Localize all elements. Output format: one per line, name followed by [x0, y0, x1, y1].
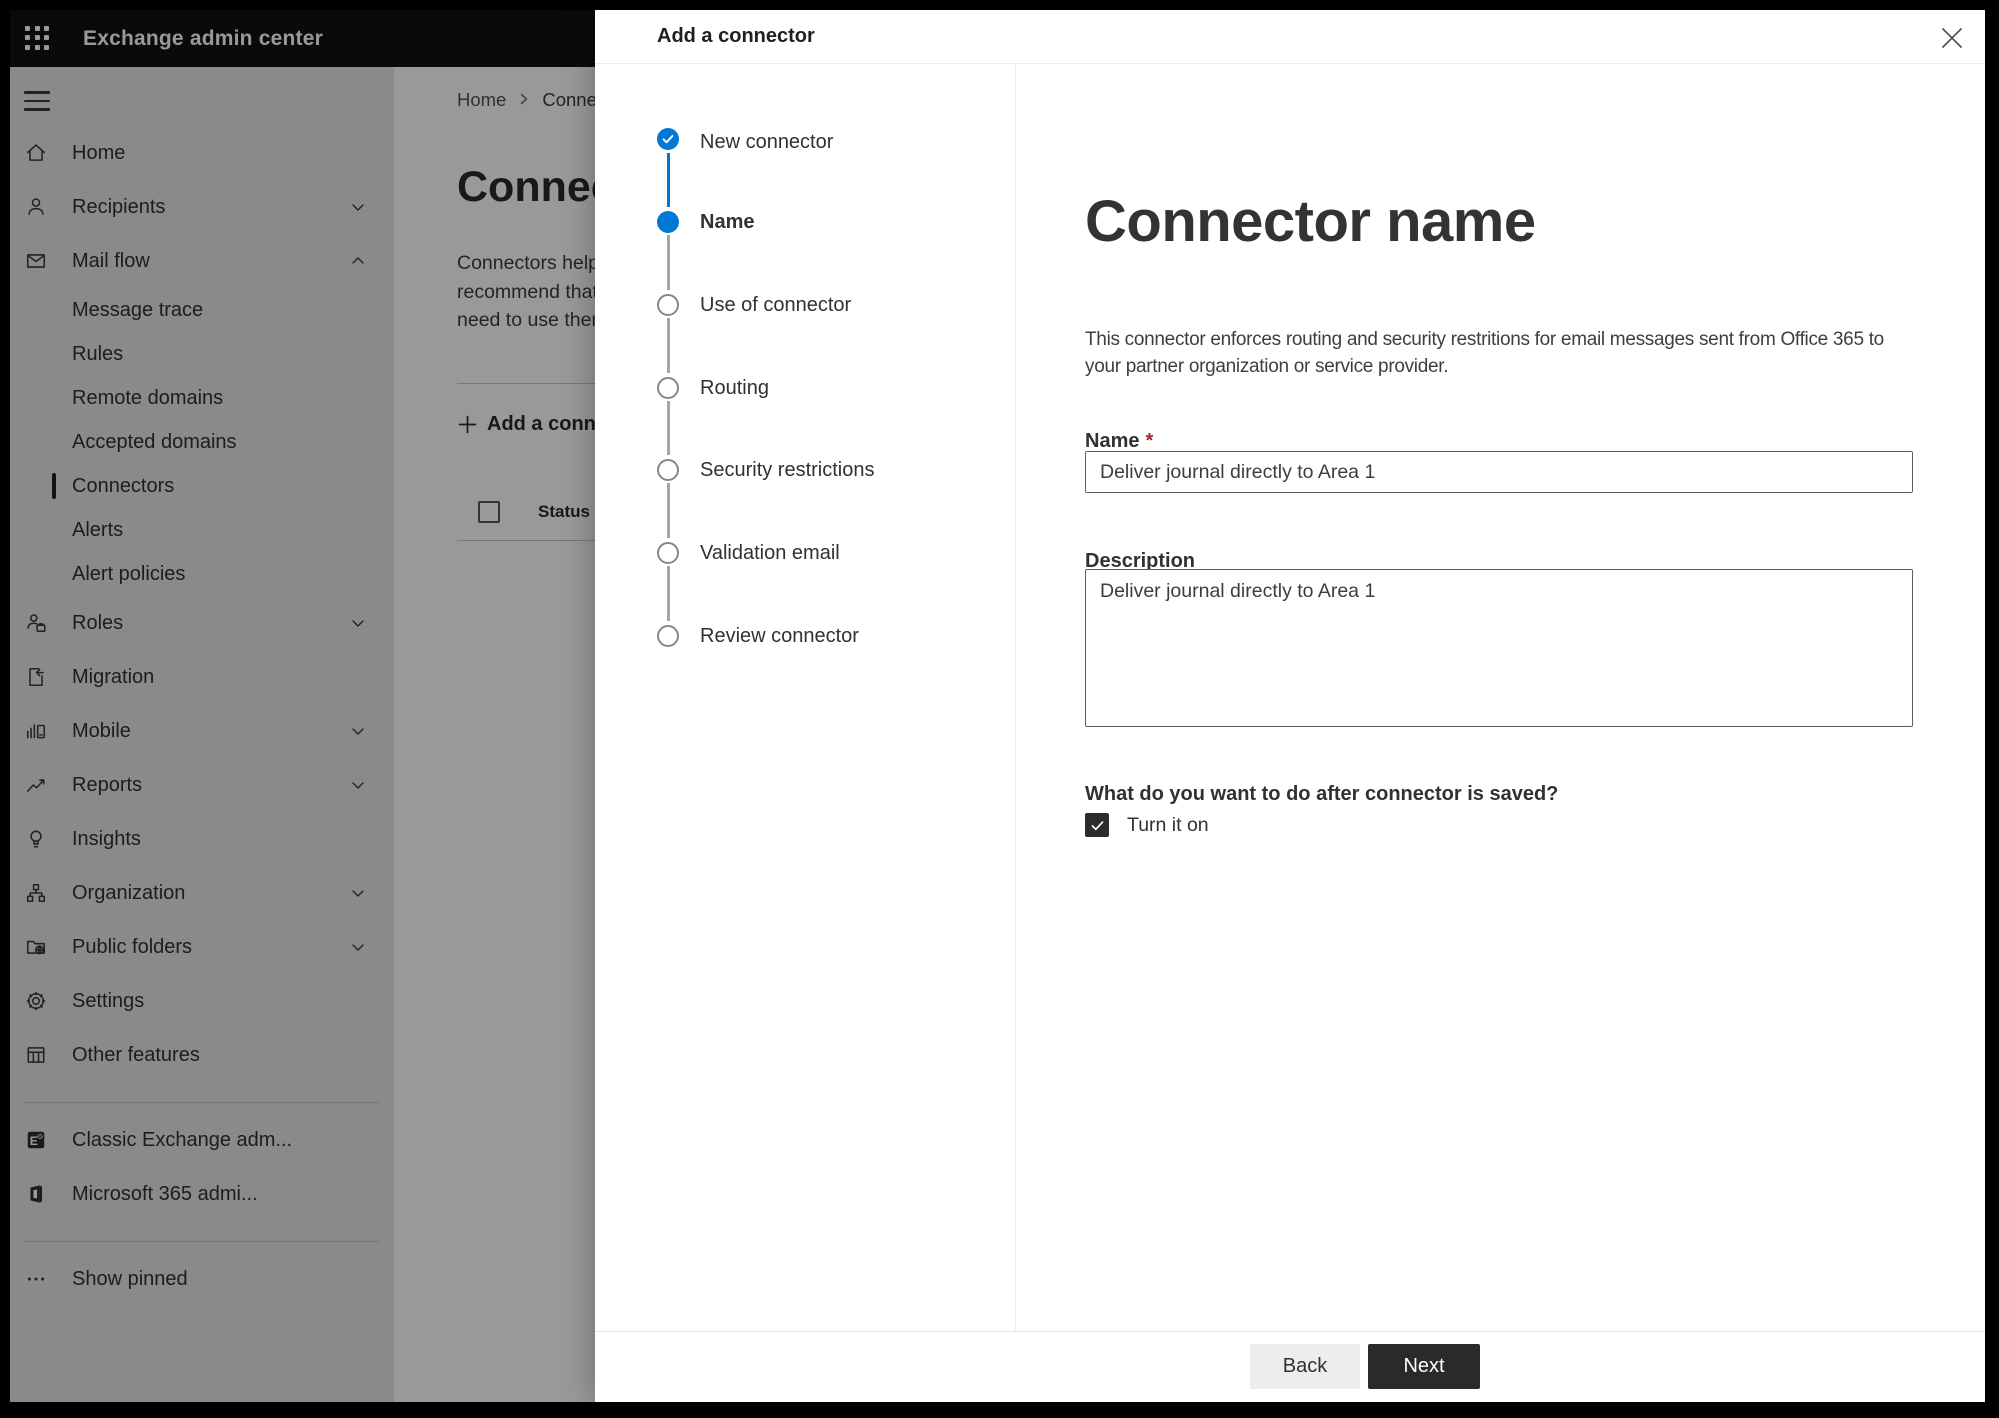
step-label: Use of connector — [700, 294, 852, 316]
wizard-step-routing[interactable]: Routing — [657, 376, 769, 400]
step-label: Routing — [700, 377, 769, 399]
add-connector-dialog: Add a connector New connector Name Use o… — [595, 10, 1985, 1402]
step-label: Validation email — [700, 542, 840, 564]
step-label: New connector — [700, 130, 834, 153]
step-upcoming-icon — [657, 625, 679, 647]
next-button[interactable]: Next — [1368, 1344, 1480, 1389]
connector-name-input[interactable] — [1085, 451, 1913, 493]
step-page-heading: Connector name — [1085, 189, 1536, 254]
dialog-footer: Back Next — [595, 1331, 1985, 1402]
turn-it-on-label: Turn it on — [1127, 813, 1209, 836]
dialog-header: Add a connector — [595, 10, 1985, 64]
step-completed-check-icon — [657, 128, 679, 155]
wizard-step-use-of-connector[interactable]: Use of connector — [657, 293, 851, 317]
close-icon[interactable] — [1937, 23, 1967, 53]
step-upcoming-icon — [657, 542, 679, 564]
dialog-title: Add a connector — [657, 25, 815, 47]
step-connector-line — [667, 566, 670, 621]
step-connector-line — [667, 235, 670, 290]
step-page-description: This connector enforces routing and secu… — [1085, 329, 1884, 377]
required-marker: * — [1145, 430, 1154, 452]
name-field-label: Name * — [1085, 430, 1154, 452]
wizard-step-review-connector[interactable]: Review connector — [657, 624, 859, 648]
wizard-content-divider — [1015, 65, 1016, 1331]
screen: Exchange admin center Home Recipients Ma… — [10, 10, 1985, 1402]
wizard-step-validation-email[interactable]: Validation email — [657, 541, 840, 565]
wizard-step-name[interactable]: Name — [657, 210, 754, 234]
after-save-question: What do you want to do after connector i… — [1085, 783, 1559, 805]
step-connector-line — [667, 483, 670, 538]
step-connector-line — [667, 153, 670, 207]
step-upcoming-icon — [657, 294, 679, 316]
connector-description-textarea[interactable]: Deliver journal directly to Area 1 — [1085, 569, 1913, 727]
step-label: Name — [700, 211, 755, 233]
back-button[interactable]: Back — [1250, 1344, 1360, 1389]
step-label: Review connector — [700, 625, 859, 647]
step-current-icon — [657, 211, 679, 233]
step-label: Security restrictions — [700, 459, 875, 481]
wizard-step-new-connector[interactable]: New connector — [657, 128, 833, 155]
step-connector-line — [667, 401, 670, 455]
step-connector-line — [667, 318, 670, 373]
wizard-step-security-restrictions[interactable]: Security restrictions — [657, 458, 875, 482]
turn-it-on-checkbox-row[interactable]: Turn it on — [1085, 813, 1209, 837]
step-upcoming-icon — [657, 377, 679, 399]
step-upcoming-icon — [657, 459, 679, 481]
checkbox-checked-icon[interactable] — [1085, 813, 1109, 837]
